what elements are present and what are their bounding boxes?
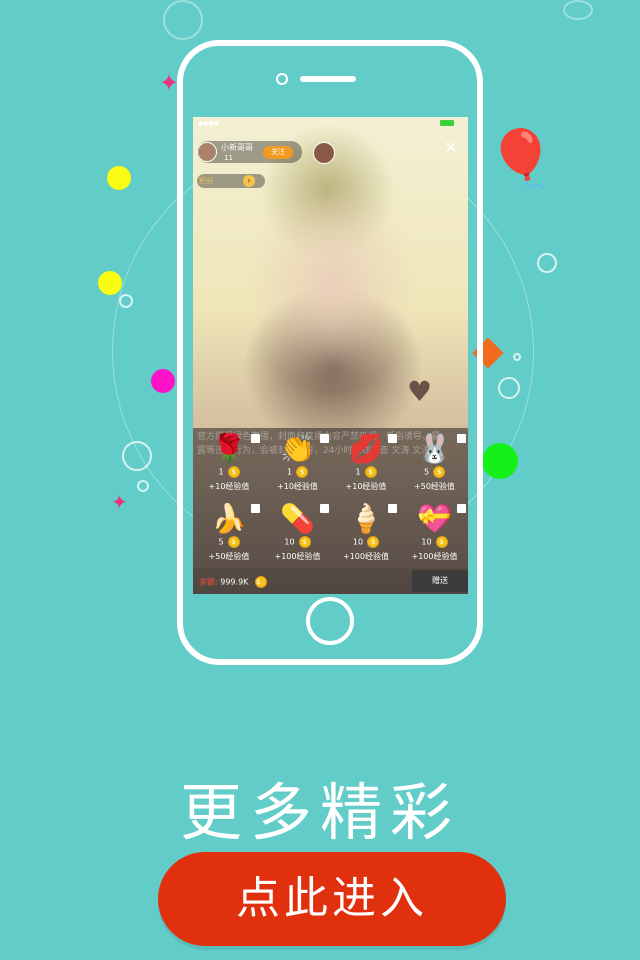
coin-icon: $ <box>296 466 309 478</box>
viewer-avatar[interactable] <box>313 142 335 164</box>
deco-ring <box>137 480 149 492</box>
coin-icon: $ <box>227 536 240 548</box>
host-avatar[interactable] <box>197 142 217 162</box>
coin-icon: $ <box>227 466 240 478</box>
rose-icon: 🌹 <box>211 432 247 465</box>
gift-item[interactable]: 🍌 5 $ +50经验值 <box>195 498 263 566</box>
gift-price: 1 $ <box>195 466 263 478</box>
gift-item[interactable]: 💝 10 $ +100经验值 <box>401 498 469 566</box>
icecream-icon: 🍦 <box>348 502 384 535</box>
signal-icon: ●●●● <box>198 120 219 127</box>
gift-select-checkbox[interactable] <box>388 504 397 513</box>
gift-price-value: 5 <box>423 467 430 477</box>
gift-price-value: 10 <box>352 537 364 547</box>
gift-item[interactable]: 💊 10 $ +100经验值 <box>264 498 332 566</box>
deco-ring <box>537 253 557 273</box>
coin-icon: $ <box>367 536 380 548</box>
close-icon[interactable]: ✕ <box>442 139 460 157</box>
gift-exp: +100经验值 <box>411 552 458 561</box>
gift-exp: +10经验值 <box>277 482 318 491</box>
coin-icon: $ <box>364 466 377 478</box>
home-button[interactable] <box>306 597 354 645</box>
gift-item[interactable]: 💋 1 $ +10经验值 <box>332 428 400 496</box>
gift-exp: +50经验值 <box>414 482 455 491</box>
enter-button[interactable]: 点此进入 <box>158 852 506 946</box>
deco-dot-green <box>482 443 518 479</box>
winged-heart-icon: 💝 <box>417 502 452 535</box>
headline: 更多精彩 <box>179 776 460 849</box>
gift-price: 5 $ <box>401 466 469 478</box>
gift-exp: +100经验值 <box>343 552 389 561</box>
balance-label: 余额: <box>199 577 218 587</box>
banana-icon: 🍌 <box>211 502 247 535</box>
deco-ring <box>119 294 133 308</box>
coin-icon: $ <box>298 536 311 548</box>
gift-price: 10 $ <box>264 536 332 548</box>
follow-button[interactable]: 关注 <box>263 146 293 159</box>
star-icon: ✦ <box>111 490 128 514</box>
gift-select-checkbox[interactable] <box>319 504 329 513</box>
gift-price: 5 $ <box>195 536 263 548</box>
pill-icon: 💊 <box>280 502 315 535</box>
gift-price-value: 1 <box>218 467 224 477</box>
heart-icon[interactable]: ♥ <box>407 375 432 408</box>
deco-ring <box>498 377 520 399</box>
gift-price-value: 1 <box>286 467 293 477</box>
gift-select-checkbox[interactable] <box>319 434 329 443</box>
deco-ring <box>563 0 593 20</box>
balance-value: 999.9K <box>220 577 249 587</box>
host-count: 11 <box>224 154 233 162</box>
lips-icon: 💋 <box>348 432 384 465</box>
camera-icon <box>276 73 288 85</box>
gift-item[interactable]: 🍦 10 $ +100经验值 <box>332 498 400 566</box>
gift-price: 10 $ <box>401 536 469 548</box>
balance: 余额: 999.9K $ <box>199 576 267 588</box>
deco-dot-magenta <box>151 369 175 393</box>
gift-price: 10 $ <box>332 536 400 548</box>
gift-select-checkbox[interactable] <box>251 504 260 513</box>
gift-select-checkbox[interactable] <box>456 434 466 443</box>
gift-price: 1 $ <box>264 466 332 478</box>
coin-icon: $ <box>254 576 267 588</box>
coin-icon: $ <box>435 536 448 548</box>
deco-dot-yellow <box>98 271 122 295</box>
gift-exp: +10经验值 <box>208 482 250 491</box>
bunny-icon: 🐰 <box>417 432 452 465</box>
gift-exp: +50经验值 <box>208 552 250 561</box>
gift-exp: +10经验值 <box>345 482 387 491</box>
gift-price-value: 10 <box>421 537 432 547</box>
gift-price-value: 5 <box>218 537 224 547</box>
gift-price-value: 10 <box>284 537 295 547</box>
gift-price: 1 $ <box>332 466 400 478</box>
gift-select-checkbox[interactable] <box>251 434 260 443</box>
gift-select-checkbox[interactable] <box>388 434 397 443</box>
gift-select-checkbox[interactable] <box>456 504 466 513</box>
host-name: 小新哥哥 <box>221 143 253 152</box>
speaker-slot <box>300 76 356 82</box>
stat-label: 积分 <box>199 177 213 185</box>
live-stream-screen: ●●●● 小新哥哥 11 关注 ✕ 积分 › ♥ 官方提倡绿色直播，封面和直播内… <box>193 117 468 594</box>
deco-ring <box>122 441 152 471</box>
balloon-icon: 🎈 <box>486 127 556 192</box>
status-bar: ●●●● <box>193 117 468 129</box>
clap-icon: 👏 <box>280 432 315 465</box>
deco-ring <box>513 353 521 361</box>
chevron-right-icon[interactable]: › <box>243 175 255 187</box>
send-button[interactable]: 赠送 <box>412 570 468 592</box>
gift-item[interactable]: 👏 1 $ +10经验值 <box>264 428 332 496</box>
deco-dot-yellow <box>107 166 131 190</box>
gift-item[interactable]: 🐰 5 $ +50经验值 <box>401 428 469 496</box>
battery-icon <box>440 120 454 126</box>
gift-item[interactable]: 🌹 1 $ +10经验值 <box>195 428 263 496</box>
gift-price-value: 1 <box>355 467 361 477</box>
coin-icon: $ <box>433 466 446 478</box>
gift-exp: +100经验值 <box>274 552 321 561</box>
deco-ring <box>163 0 203 40</box>
